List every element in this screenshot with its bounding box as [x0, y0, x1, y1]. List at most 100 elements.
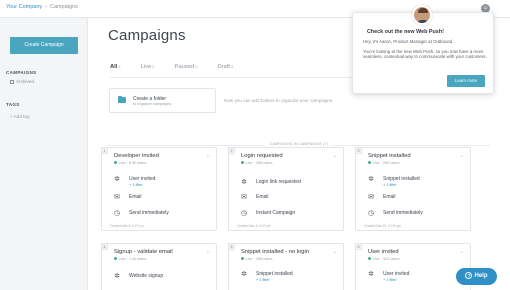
- sidebar-item-archived[interactable]: Archived: [10, 79, 34, 84]
- chevron-down-icon[interactable]: ⌄: [206, 249, 210, 255]
- folder-hint: Now you can add folders to organize your…: [224, 98, 334, 103]
- campaign-card[interactable]: 3 Snippet installed ⌄ Live · 255 users ✲…: [355, 147, 471, 231]
- step-text: Email: [383, 194, 396, 200]
- breadcrumb-current: Campaigns: [50, 4, 78, 10]
- add-tag-link[interactable]: + Add tag: [10, 114, 30, 119]
- card-step-trigger: ✲ Snippet installed + 1 filter: [239, 270, 339, 282]
- breadcrumb-separator: ›: [45, 4, 48, 10]
- tab-live[interactable]: Live2: [141, 64, 155, 78]
- timer-icon: ◷: [240, 210, 248, 217]
- email-icon: ✉: [114, 194, 120, 201]
- create-campaign-button[interactable]: Create Campaign: [10, 37, 78, 54]
- chevron-down-icon[interactable]: ⌄: [206, 153, 210, 159]
- folder-subtitle: to organize campaigns: [133, 102, 172, 106]
- step-filter-link[interactable]: + 1 filter: [383, 278, 397, 282]
- tab-label: Live: [140, 64, 152, 70]
- card-step-email: ✉ Email: [366, 193, 466, 205]
- avatar: [412, 5, 432, 25]
- status-text: Live · 255 users: [372, 161, 400, 166]
- tab-count: 2: [152, 64, 155, 69]
- sidebar-item-label: Archived: [16, 79, 34, 84]
- step-text: Login link requested: [256, 179, 301, 185]
- card-step-trigger: ✲ Website signup: [112, 272, 212, 284]
- card-number: 3: [355, 147, 362, 154]
- card-title: Login requested: [241, 153, 283, 159]
- status-dot-icon: [368, 257, 371, 260]
- card-step-trigger: ✲ Login link requested: [239, 178, 339, 190]
- step-text: Send immediately: [129, 210, 169, 216]
- step-text: User invited: [129, 176, 156, 182]
- campaign-card[interactable]: 6 User invited ⌄ Live · 322 users ✲ User…: [355, 243, 471, 290]
- timer-icon: ◷: [113, 210, 121, 217]
- status-text: Live · 185 users: [245, 257, 273, 262]
- step-text: Website signup: [129, 273, 164, 279]
- chevron-down-icon[interactable]: ⌄: [460, 249, 464, 255]
- tab-label: Draft: [217, 64, 230, 70]
- step-text: Instant Campaign: [256, 210, 296, 216]
- step-text: Email: [129, 194, 142, 200]
- tab-count: 0: [231, 64, 234, 69]
- status-dot-icon: [368, 161, 371, 164]
- status-dot-icon: [114, 161, 117, 164]
- trigger-icon: ✲: [114, 273, 120, 280]
- tab-draft[interactable]: Draft0: [217, 64, 233, 78]
- status-text: Live · 1.1k users: [118, 257, 147, 262]
- step-text: Snippet installed: [383, 176, 420, 182]
- step-filter-link[interactable]: + 1 filter: [383, 183, 397, 187]
- timer-icon: ◷: [367, 210, 375, 217]
- card-status: Live · 185 users: [241, 161, 273, 165]
- campaign-tabs: All4 Live2 Paused0 Draft0: [110, 64, 233, 78]
- archive-icon: [10, 79, 14, 84]
- card-step-timing: ◷ Instant Campaign: [239, 209, 339, 221]
- trigger-icon: ✲: [114, 176, 120, 183]
- email-icon: ✉: [368, 194, 374, 201]
- chevron-down-icon[interactable]: ⌄: [333, 249, 337, 255]
- step-text: Email: [256, 194, 269, 200]
- breadcrumb: Your Company › Campaigns: [6, 4, 78, 10]
- card-footer: Created Mar 23, 10:29 pm: [364, 224, 402, 228]
- card-step-email: ✉ Email: [239, 193, 339, 205]
- step-text: Send immediately: [383, 210, 423, 216]
- card-step-trigger: ✲ User invited + 1 filter: [112, 175, 212, 187]
- campaign-card[interactable]: 5 Snippet installed - no login ⌄ Live · …: [228, 243, 344, 290]
- breadcrumb-company-link[interactable]: Your Company: [6, 4, 42, 10]
- sidebar: Create Campaign CAMPAIGNS Archived TAGS …: [0, 18, 88, 290]
- help-label: Help: [474, 273, 488, 279]
- tab-label: Paused: [174, 64, 195, 70]
- step-filter-link[interactable]: + 1 filter: [129, 183, 143, 187]
- tab-label: All: [110, 64, 118, 70]
- status-dot-icon: [241, 161, 244, 164]
- card-title: Snippet installed: [368, 153, 411, 159]
- card-status: Live · 1.1k users: [114, 257, 146, 261]
- tab-all[interactable]: All4: [110, 64, 128, 78]
- card-step-trigger: ✲ Snippet installed + 1 filter: [366, 175, 466, 187]
- campaigns-heading: CAMPAIGNS: [6, 70, 37, 75]
- card-number: 4: [101, 243, 108, 250]
- tab-count: 0: [195, 64, 198, 69]
- campaign-card[interactable]: 2 Login requested ⌄ Live · 185 users ✲ L…: [228, 147, 344, 231]
- create-folder-card[interactable]: Create a folder to organize campaigns: [109, 88, 216, 113]
- campaign-card[interactable]: 4 Signup - validate email ⌄ Live · 1.1k …: [101, 243, 217, 290]
- chevron-down-icon[interactable]: ⌄: [333, 153, 337, 159]
- status-text: Live · 322 users: [372, 257, 400, 262]
- card-step-timing: ◷ Send immediately: [112, 209, 212, 221]
- status-dot-icon: [114, 257, 117, 260]
- page-title: Campaigns: [108, 27, 186, 44]
- popover-title: Check out the new Web Push!: [367, 29, 444, 35]
- step-filter-link[interactable]: + 1 filter: [256, 278, 270, 282]
- trigger-icon: ✲: [241, 179, 247, 186]
- card-footer: Created Mar 8, 6:07 pm: [237, 224, 271, 228]
- card-footer: Created Mar 8, 6:07 pm: [110, 224, 144, 228]
- card-number: 2: [228, 147, 235, 154]
- chevron-down-icon[interactable]: ⌄: [460, 153, 464, 159]
- campaign-card[interactable]: 1 Developer invited ⌄ Live · 8.9k users …: [101, 147, 217, 231]
- card-title: Developer invited: [114, 153, 159, 159]
- tab-paused[interactable]: Paused0: [175, 64, 198, 78]
- popover-body: You're looking at the new Web Push, so y…: [363, 49, 487, 60]
- email-icon: ✉: [241, 194, 247, 201]
- tab-count: 4: [118, 64, 121, 69]
- card-title: User invited: [368, 249, 399, 255]
- learn-more-button[interactable]: Learn more: [447, 75, 485, 87]
- help-button[interactable]: ? Help: [456, 268, 497, 285]
- card-number: 6: [355, 243, 362, 250]
